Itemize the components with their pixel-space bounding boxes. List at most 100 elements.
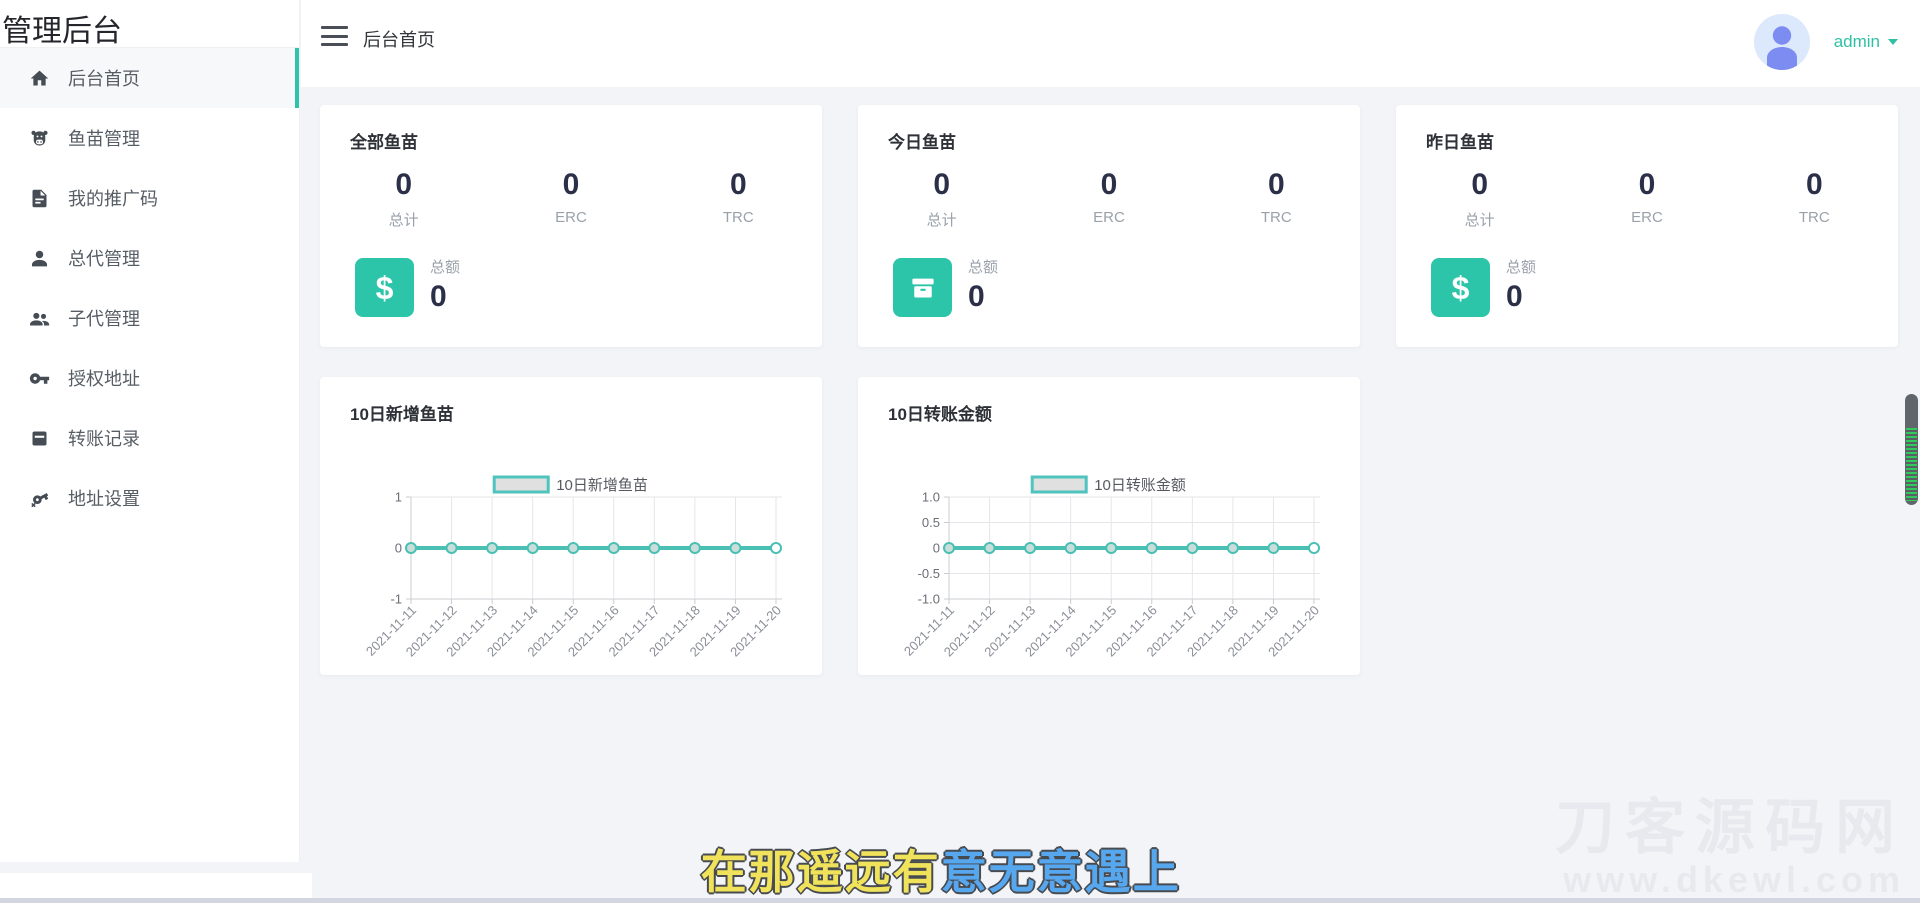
total-block: 总额 0 <box>430 256 460 314</box>
chart-data-point <box>729 542 742 554</box>
stat-column: 0 总计 <box>858 168 1025 230</box>
stat-value: 0 <box>1100 168 1118 201</box>
hamburger-menu-icon[interactable] <box>321 26 348 46</box>
username[interactable]: admin <box>1834 32 1880 52</box>
sidebar-item-authorized-address[interactable]: 授权地址 <box>0 348 299 408</box>
sidebar-item-promo-code[interactable]: 我的推广码 <box>0 168 299 228</box>
chart-data-point <box>1267 542 1280 554</box>
chart-data-point <box>983 542 996 554</box>
key-settings-icon <box>31 492 49 507</box>
chart-data-point <box>445 542 458 554</box>
legend-label[interactable]: 10日转账金额 <box>1094 477 1186 494</box>
total-block: 总额 0 <box>1506 256 1536 314</box>
stat-value: 0 <box>933 168 950 201</box>
avatar[interactable] <box>1753 14 1810 70</box>
stat-column: 0 ERC <box>487 168 654 230</box>
user-dropdown[interactable]: admin <box>1753 14 1898 70</box>
stat-column: 0 TRC <box>655 168 822 230</box>
sidebar-item-label: 鱼苗管理 <box>68 129 140 149</box>
sidebar-item-dashboard[interactable]: 后台首页 <box>0 48 299 108</box>
dollar-icon: $ <box>1431 258 1490 317</box>
chart-card-new-fry: 10日新增鱼苗 1 0 -1 2021-11-11 2021-11-12 2021-11-… <box>320 377 822 675</box>
sidebar-item-label: 我的推广码 <box>68 189 158 209</box>
stat-label: 总计 <box>926 212 957 229</box>
chart-card-transfer-amount: 10日转账金额 1.0 0.5 0 -0.5 -1.0 2021-11-11 2021-11… <box>858 377 1360 675</box>
stat-columns: 0 总计 0 ERC 0 TRC <box>1396 168 1898 230</box>
chart-data-point <box>1024 542 1037 554</box>
scrollbar-stripes <box>1906 428 1917 501</box>
chart-data-point <box>526 542 539 554</box>
chart-data-point <box>405 542 417 554</box>
sidebar-item-transfer-records[interactable]: 转账记录 <box>0 408 299 468</box>
sidebar-item-address-settings[interactable]: 地址设置 <box>0 468 299 528</box>
legend-swatch[interactable] <box>1030 475 1088 494</box>
total-value: 0 <box>1506 280 1523 313</box>
sidebar-item-fry-management[interactable]: 鱼苗管理 <box>0 108 299 168</box>
avatar-person-icon <box>1766 26 1797 70</box>
stat-label: TRC <box>1798 209 1830 226</box>
chart-data-point <box>1308 542 1320 554</box>
sidebar-footer-box <box>0 873 312 901</box>
archive-box-icon <box>911 278 934 297</box>
stat-card-all-fry: 全部鱼苗 0 总计 0 ERC 0 TRC $ 总额 0 <box>320 105 822 347</box>
chevron-down-icon <box>1888 39 1898 45</box>
y-axis-tick-label: 0 <box>933 541 940 556</box>
y-axis-tick-label: 1.0 <box>922 490 940 505</box>
sidebar-item-label: 转账记录 <box>68 429 140 449</box>
card-title: 今日鱼苗 <box>888 133 956 152</box>
stat-column: 0 总计 <box>1396 168 1563 230</box>
subtitle-rest-text: 意无意遇上 <box>940 846 1181 898</box>
sidebar-item-label: 后台首页 <box>68 69 140 89</box>
chart-data-point <box>1226 542 1239 554</box>
stat-label: ERC <box>1631 209 1663 226</box>
watermark-url: www.dkewl.com <box>1563 859 1905 900</box>
horizontal-scrollbar[interactable] <box>0 898 1920 903</box>
stat-value: 0 <box>562 168 580 201</box>
chart-data-point <box>607 542 620 554</box>
active-indicator <box>295 48 299 108</box>
total-label: 总额 <box>1506 259 1537 276</box>
sidebar-item-label: 授权地址 <box>68 369 140 389</box>
cow-icon <box>31 130 48 145</box>
chart-data-point <box>1186 542 1199 554</box>
total-label: 总额 <box>430 259 461 276</box>
stat-column: 0 TRC <box>1731 168 1898 230</box>
sidebar-item-label: 总代管理 <box>68 249 140 269</box>
stat-value: 0 <box>1638 168 1656 201</box>
document-icon <box>32 189 47 207</box>
stat-value: 0 <box>1267 168 1285 201</box>
sidebar-item-sub-agents[interactable]: 子代管理 <box>0 288 299 348</box>
stat-card-yesterday-fry: 昨日鱼苗 0 总计 0 ERC 0 TRC $ 总额 0 <box>1396 105 1898 347</box>
watermark: 刀客源码网 www.dkewl.com <box>1555 796 1905 898</box>
legend-label[interactable]: 10日新增鱼苗 <box>556 476 648 494</box>
stat-value: 0 <box>1805 168 1823 201</box>
sidebar-item-label: 地址设置 <box>68 489 140 509</box>
new-fry-line-chart: 10-12021-11-112021-11-122021-11-132021-1… <box>363 475 784 659</box>
y-axis-tick-label: 1 <box>395 490 402 505</box>
total-block: 总额 0 <box>968 256 998 314</box>
stat-column: 0 总计 <box>320 168 487 230</box>
sidebar-item-label: 子代管理 <box>68 309 140 329</box>
stat-label: 总计 <box>1464 212 1495 229</box>
dollar-icon: $ <box>355 258 414 317</box>
legend-swatch[interactable] <box>492 475 550 494</box>
archive-icon <box>893 258 952 317</box>
stat-card-today-fry: 今日鱼苗 0 总计 0 ERC 0 TRC 总额 0 <box>858 105 1360 347</box>
home-icon <box>30 70 49 85</box>
sidebar-item-general-agents[interactable]: 总代管理 <box>0 228 299 288</box>
stat-columns: 0 总计 0 ERC 0 TRC <box>320 168 822 230</box>
chart-data-point <box>567 542 580 554</box>
stat-label: ERC <box>1093 209 1125 226</box>
stat-value: 0 <box>395 168 412 201</box>
stat-value: 0 <box>1471 168 1488 201</box>
y-axis-tick-label: 0.5 <box>922 515 940 530</box>
vertical-scrollbar-thumb[interactable] <box>1905 394 1918 505</box>
stat-value: 0 <box>729 168 747 201</box>
stat-label: TRC <box>1260 209 1292 226</box>
y-axis-tick-label: -1 <box>390 592 402 607</box>
chart-data-point <box>943 542 955 554</box>
card-title: 昨日鱼苗 <box>1426 133 1494 152</box>
top-header: 后台首页 admin <box>301 0 1920 87</box>
watermark-site-name: 刀客源码网 <box>1555 794 1905 861</box>
transfer-amount-line-chart: 1.00.50-0.5-1.02021-11-112021-11-122021-… <box>901 475 1322 659</box>
